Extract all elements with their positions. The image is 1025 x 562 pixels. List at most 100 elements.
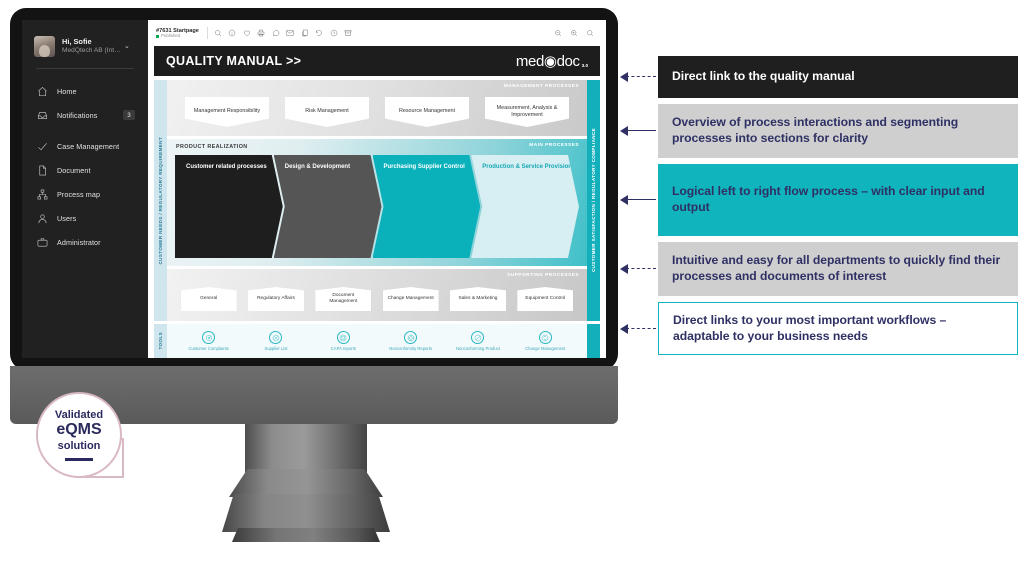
badge-line-3: solution <box>57 439 101 452</box>
notifications-badge: 3 <box>123 110 135 120</box>
right-tools-axis <box>587 324 600 358</box>
right-axis-label: CUSTOMER SATISFACTION / REGULATORY COMPL… <box>591 128 596 273</box>
process-box-measurement-analysis-improvement[interactable]: Measurement, Analysis & Improvement <box>485 97 569 127</box>
sidebar-nav: Home Notifications 3 Case Management Doc… <box>22 79 148 254</box>
process-box-resource-management[interactable]: Resource Management <box>385 97 469 127</box>
sidebar-item-process-map[interactable]: Process map <box>30 182 140 206</box>
prohibited-icon <box>471 331 485 345</box>
callout-row: Logical left to right flow process – wit… <box>618 164 1018 236</box>
mail-icon[interactable] <box>286 24 294 42</box>
zoom-controls <box>554 24 598 42</box>
toolbar-icon-group <box>214 24 353 42</box>
support-box-document-management[interactable]: Document Management <box>315 287 372 311</box>
left-axis-label: CUSTOMER NEEDS / REGULATORY REQUIREMENT <box>158 136 163 265</box>
left-axis-column: CUSTOMER NEEDS / REGULATORY REQUIREMENT … <box>154 80 167 358</box>
badge-underline <box>65 457 93 461</box>
user-icon <box>36 212 48 224</box>
support-box-regulatory-affairs[interactable]: Regulatory Affairs <box>247 287 304 311</box>
status-label: Published <box>161 32 181 38</box>
callout-list: Direct link to the quality manual Overvi… <box>618 56 1018 361</box>
arrow-customer-related-processes[interactable]: Customer related processes <box>175 155 283 258</box>
clock-icon[interactable] <box>330 24 338 42</box>
callout-intuitive-navigation: Intuitive and easy for all departments t… <box>658 242 1018 296</box>
sidebar-item-label: Users <box>57 213 77 223</box>
sidebar-item-case-management[interactable]: Case Management <box>30 134 140 158</box>
callout-workflow-links: Direct links to your most important work… <box>658 302 1018 356</box>
arrow-production-service-provision[interactable]: Production & Service Provision <box>471 155 579 258</box>
info-icon[interactable] <box>228 24 236 42</box>
chevron-down-icon[interactable]: ⌄ <box>124 42 130 50</box>
support-box-change-management[interactable]: Change Management <box>382 287 439 311</box>
monitor-stand-neck <box>245 424 367 496</box>
quality-manual-banner[interactable]: QUALITY MANUAL >> med◉doc 3.0 <box>154 46 600 76</box>
tool-change-management[interactable]: Change Management <box>514 331 576 351</box>
avatar <box>34 36 55 57</box>
profile-block[interactable]: Hi, Sofie MedQtech AB (Inte... ⌄ <box>22 32 148 57</box>
callout-row: Direct links to your most important work… <box>618 302 1018 356</box>
logo-text-prefix: med <box>515 52 544 70</box>
support-box-sales-marketing[interactable]: Sales & Marketing <box>449 287 506 311</box>
sidebar-item-administrator[interactable]: Administrator <box>30 230 140 254</box>
print-icon[interactable] <box>257 24 265 42</box>
callout-quality-manual: Direct link to the quality manual <box>658 56 1018 98</box>
heart-icon[interactable] <box>243 24 251 42</box>
tool-customer-complaints[interactable]: Customer Complaints <box>178 331 240 351</box>
main-processes-band: PRODUCT REALIZATION MAIN PROCESSES Custo… <box>167 139 587 266</box>
diagram-center-column: MANAGEMENT PROCESSES Management Responsi… <box>167 80 587 358</box>
tool-nonconformity-reports[interactable]: Nonconformity Reports <box>380 331 442 351</box>
arrow-left-icon <box>618 193 658 207</box>
copy-icon[interactable] <box>301 24 309 42</box>
comment-icon[interactable] <box>272 24 280 42</box>
tools-axis-label: TOOLS <box>158 332 163 350</box>
gear-icon <box>404 331 418 345</box>
tool-nonconforming-product[interactable]: Nonconforming Product <box>447 331 509 351</box>
tools-band: Customer Complaints Supplier List CAPA r… <box>167 324 587 358</box>
tool-label: Nonconforming Product <box>455 345 500 351</box>
target-icon <box>202 331 216 345</box>
tools-axis: TOOLS <box>154 324 167 358</box>
support-box-general[interactable]: General <box>180 287 237 311</box>
zoom-in-icon[interactable] <box>570 24 578 42</box>
sidebar-item-notifications[interactable]: Notifications 3 <box>30 103 140 127</box>
sidebar-item-label: Process map <box>57 189 101 199</box>
logo-text-suffix: doc <box>556 52 580 70</box>
sidebar-item-home[interactable]: Home <box>30 79 140 103</box>
customer-satisfaction-axis: CUSTOMER SATISFACTION / REGULATORY COMPL… <box>587 80 600 321</box>
search-icon[interactable] <box>214 24 222 42</box>
main-process-arrows: Customer related processes Design & Deve… <box>175 155 579 258</box>
sidebar-item-label: Case Management <box>57 141 120 151</box>
tool-label: CAPA reports <box>330 345 356 351</box>
profile-greeting: Hi, Sofie <box>62 37 92 47</box>
briefcase-icon <box>36 236 48 248</box>
document-icon <box>36 164 48 176</box>
arrow-purchasing-supplier-control[interactable]: Purchasing Supplier Control <box>373 155 481 258</box>
tool-label: Nonconformity Reports <box>389 345 433 351</box>
sidebar-item-label: Notifications <box>57 110 98 120</box>
tool-capa-reports[interactable]: CAPA reports <box>312 331 374 351</box>
callout-process-overview: Overview of process interactions and seg… <box>658 104 1018 158</box>
arrow-design-development[interactable]: Design & Development <box>274 155 382 258</box>
product-realization-label: PRODUCT REALIZATION <box>176 144 248 150</box>
supporting-processes-band: SUPPORTING PROCESSES General Regulatory … <box>167 269 587 321</box>
zoom-out-icon[interactable] <box>554 24 562 42</box>
archive-icon[interactable] <box>344 24 352 42</box>
sidebar-item-label: Administrator <box>57 237 101 247</box>
history-icon[interactable] <box>315 24 323 42</box>
tool-supplier-list[interactable]: Supplier List <box>245 331 307 351</box>
inbox-icon <box>36 109 48 121</box>
supporting-band-label: SUPPORTING PROCESSES <box>507 273 579 278</box>
sidebar-item-label: Home <box>57 86 77 96</box>
process-box-management-responsibility[interactable]: Management Responsibility <box>185 97 269 127</box>
support-box-equipment-control[interactable]: Equipment Control <box>517 287 574 311</box>
callout-flow-process: Logical left to right flow process – wit… <box>658 164 1018 236</box>
search-icon[interactable] <box>586 24 594 42</box>
management-processes-band: MANAGEMENT PROCESSES Management Responsi… <box>167 80 587 136</box>
callout-row: Direct link to the quality manual <box>618 56 1018 98</box>
sidebar-item-users[interactable]: Users <box>30 206 140 230</box>
process-box-risk-management[interactable]: Risk Management <box>285 97 369 127</box>
logo-globe-icon: ◉ <box>543 52 557 70</box>
right-axis-column: CUSTOMER SATISFACTION / REGULATORY COMPL… <box>587 80 600 358</box>
lifebuoy-icon <box>336 331 350 345</box>
logo-version: 3.0 <box>581 62 588 68</box>
sidebar-item-document[interactable]: Document <box>30 158 140 182</box>
